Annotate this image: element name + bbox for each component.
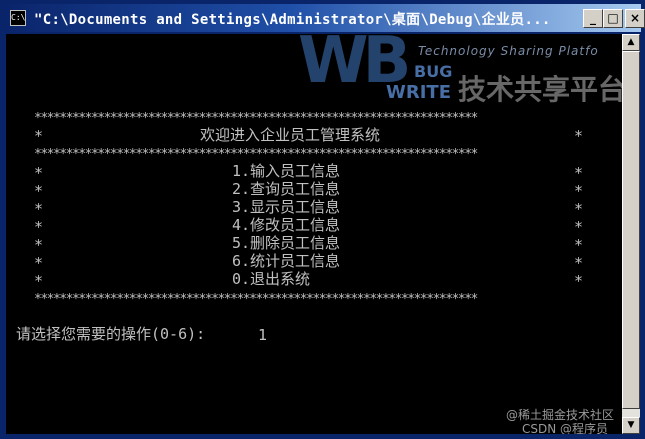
console-output[interactable]: WB BUG WRITE Technology Sharing Platfo 技… [6,34,622,434]
border-edge-right: * [574,236,584,254]
close-button[interactable]: × [625,9,645,28]
border-edge-left: * [34,254,44,272]
operation-prompt: 请选择您需要的操作(0-6): [16,325,206,343]
border-edge-left: * [34,236,44,254]
menu-item-exit: 0.退出系统 [232,270,311,288]
vertical-scrollbar[interactable]: ▲ ▼ [622,34,640,434]
border-edge-right: * [574,164,584,182]
watermark-bug-text: BUG [414,62,453,81]
border-edge-right: * [574,200,584,218]
menu-item-display: 3.显示员工信息 [232,198,341,216]
watermark-tagline: Technology Sharing Platfo [418,44,599,58]
menu-item-delete: 5.删除员工信息 [232,234,341,252]
watermark-bottom-2: CSDN @程序员 [522,422,609,434]
border-edge-right: * [574,218,584,236]
operation-input-value[interactable]: 1 [258,326,267,344]
watermark-write-text: WRITE [386,82,451,103]
console-app-icon[interactable]: C:\ [10,10,26,26]
window-title: "C:\Documents and Settings\Administrator… [34,12,551,28]
menu-item-input: 1.输入员工信息 [232,162,341,180]
menu-item-modify: 4.修改员工信息 [232,216,341,234]
border-edge-right: * [574,182,584,200]
console-window: C:\ "C:\Documents and Settings\Administr… [0,0,645,439]
border-edge-right: * [574,254,584,272]
border-edge-right: * [574,127,584,145]
scrollbar-thumb[interactable] [622,51,640,409]
scroll-down-icon[interactable]: ▼ [622,417,640,434]
welcome-heading: 欢迎进入企业员工管理系统 [200,126,381,144]
border-stars-bottom: ****************************************… [34,292,478,307]
border-edge-left: * [34,164,44,182]
border-edge-left: * [34,127,44,145]
minimize-button[interactable]: _ [583,9,603,28]
border-edge-left: * [34,272,44,290]
menu-item-query: 2.查询员工信息 [232,180,341,198]
border-edge-left: * [34,182,44,200]
scroll-up-icon[interactable]: ▲ [622,34,640,51]
menu-item-statistics: 6.统计员工信息 [232,252,341,270]
border-edge-left: * [34,218,44,236]
title-bar[interactable]: C:\ "C:\Documents and Settings\Administr… [4,4,645,32]
border-edge-left: * [34,200,44,218]
maximize-button[interactable]: □ [603,9,623,28]
watermark-chinese: 技术共享平台 [458,73,622,106]
border-edge-right: * [574,272,584,290]
